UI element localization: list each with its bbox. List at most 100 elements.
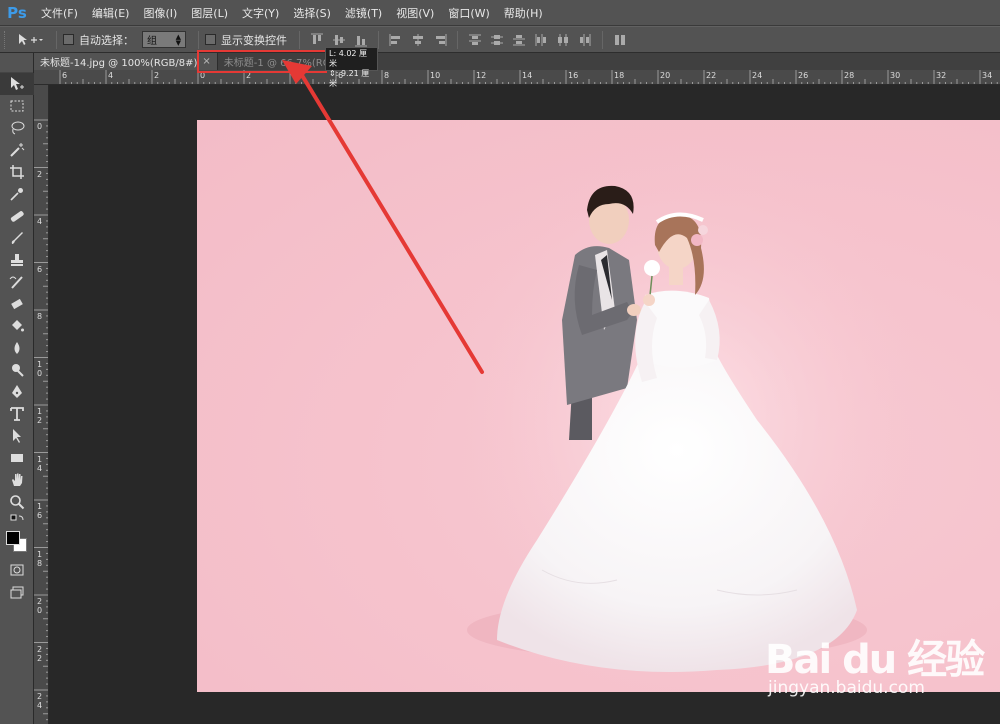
menu-filter[interactable]: 滤镜(T) — [338, 5, 389, 21]
auto-select-label: 自动选择： — [79, 33, 134, 47]
ruler-label: 22 — [37, 644, 43, 663]
tooltip-height-value: ⇕: 9.21 厘米 — [329, 69, 370, 88]
clone-stamp-icon[interactable] — [0, 249, 34, 271]
ruler-label: 4 — [37, 217, 43, 226]
tab-label: 未标题-14.jpg @ 100%(RGB/8#) — [40, 58, 198, 69]
healing-brush-icon[interactable] — [0, 205, 34, 227]
color-swatches[interactable] — [0, 529, 33, 559]
auto-select-checkbox[interactable] — [63, 34, 74, 45]
move-tool-icon[interactable] — [0, 73, 34, 95]
align-left-icon[interactable] — [389, 33, 403, 47]
wedding-photo — [197, 120, 1000, 692]
ruler-label: 12 — [37, 407, 43, 425]
zoom-tool-icon[interactable] — [0, 491, 34, 513]
tab-document-14[interactable]: 未标题-14.jpg @ 100%(RGB/8#) × — [34, 53, 218, 70]
path-selection-icon[interactable] — [0, 425, 34, 447]
distribute-bottom-icon[interactable] — [512, 33, 526, 47]
separator — [457, 30, 458, 49]
ruler-label: 28 — [844, 71, 855, 80]
ruler-label: 16 — [37, 502, 43, 520]
ruler-label: 30 — [890, 71, 901, 80]
align-vcenter-icon[interactable] — [332, 33, 346, 47]
photoshop-logo: Ps — [7, 3, 27, 22]
separator — [299, 30, 300, 49]
blur-tool-icon[interactable] — [0, 337, 34, 359]
show-transform-checkbox[interactable] — [205, 34, 216, 45]
foreground-color-swatch[interactable] — [6, 531, 20, 545]
quick-mask-icon[interactable] — [0, 559, 34, 581]
ruler-label: 8 — [384, 71, 390, 80]
menu-type[interactable]: 文字(Y) — [235, 5, 286, 21]
magic-wand-icon[interactable] — [0, 139, 34, 161]
move-tool-icon — [19, 33, 43, 45]
align-top-icon[interactable] — [310, 33, 324, 47]
hand-tool-icon[interactable] — [0, 469, 34, 491]
tool-panel — [0, 53, 34, 724]
menu-window[interactable]: 窗口(W) — [441, 5, 496, 21]
ruler-ticks — [59, 70, 998, 84]
distribute-hcenter-icon[interactable] — [556, 33, 570, 47]
ruler-label: 32 — [936, 71, 947, 80]
ruler-label: 2 — [154, 71, 160, 80]
ruler-label: 12 — [476, 71, 487, 80]
auto-align-icon[interactable] — [613, 33, 627, 47]
distribute-vcenter-icon[interactable] — [490, 33, 504, 47]
ruler-label: 18 — [614, 71, 625, 80]
ruler-label: 22 — [706, 71, 717, 80]
rectangle-tool-icon[interactable] — [0, 447, 34, 469]
separator — [378, 30, 379, 49]
align-hcenter-icon[interactable] — [411, 33, 425, 47]
swap-colors-icon[interactable] — [0, 513, 34, 529]
ruler-label: 24 — [752, 71, 763, 80]
menu-select[interactable]: 选择(S) — [286, 5, 338, 21]
horizontal-ruler[interactable]: 6 4 2 0 2 4 6 8 10 12 14 16 18 20 22 24 26 28 30 32 34 — [34, 70, 1000, 85]
align-bottom-icon[interactable] — [354, 33, 368, 47]
dodge-tool-icon[interactable] — [0, 359, 34, 381]
align-right-icon[interactable] — [433, 33, 447, 47]
history-brush-icon[interactable] — [0, 271, 34, 293]
type-tool-icon[interactable] — [0, 403, 34, 425]
crop-tool-icon[interactable] — [0, 161, 34, 183]
ruler-label: 8 — [37, 312, 43, 321]
marquee-tool-icon[interactable] — [0, 95, 34, 117]
ruler-label: 10 — [430, 71, 441, 80]
menu-layer[interactable]: 图层(L) — [184, 5, 235, 21]
auto-select-value: 组 — [147, 36, 157, 47]
menu-help[interactable]: 帮助(H) — [497, 5, 550, 21]
ruler-label: 10 — [37, 359, 43, 378]
dropdown-arrows-icon: ▲ ▼ — [175, 32, 181, 47]
annotation-highlight-box — [197, 50, 327, 73]
distribute-top-icon[interactable] — [468, 33, 482, 47]
menu-file[interactable]: 文件(F) — [34, 5, 85, 21]
screen-mode-icon[interactable] — [0, 581, 34, 603]
eyedropper-icon[interactable] — [0, 183, 34, 205]
ruler-label: 26 — [798, 71, 809, 80]
ruler-label: 34 — [982, 71, 993, 80]
lasso-tool-icon[interactable] — [0, 117, 34, 139]
distribute-right-icon[interactable] — [578, 33, 592, 47]
pen-tool-icon[interactable] — [0, 381, 34, 403]
ruler-label: 14 — [522, 71, 533, 80]
vertical-ruler[interactable]: 0 2 4 6 8 10 12 14 16 18 20 22 24 — [34, 85, 49, 724]
separator — [56, 30, 57, 49]
auto-select-dropdown[interactable]: 组 ▲ ▼ — [142, 31, 186, 48]
tool-panel-grip — [0, 53, 33, 73]
tooltip-width-value: L: 4.02 厘米 — [329, 49, 368, 68]
menu-bar: Ps 文件(F) 编辑(E) 图像(I) 图层(L) 文字(Y) 选择(S) 滤… — [0, 0, 1000, 26]
menu-view[interactable]: 视图(V) — [389, 5, 441, 21]
distribute-left-icon[interactable] — [534, 33, 548, 47]
ruler-label: 20 — [660, 71, 671, 80]
menu-edit[interactable]: 编辑(E) — [85, 5, 137, 21]
watermark-url: jingyan.baidu.com — [768, 678, 925, 698]
watermark-brand: Bai du 经验 — [765, 637, 985, 683]
menu-image[interactable]: 图像(I) — [136, 5, 184, 21]
ruler-label: 6 — [37, 264, 43, 274]
measurement-tooltip: L: 4.02 厘米 ⇕: 9.21 厘米 — [325, 47, 378, 88]
ruler-label: 18 — [37, 549, 43, 568]
document-tabs: 未标题-14.jpg @ 100%(RGB/8#) × 未标题-1 @ 66.7… — [34, 53, 1000, 70]
ruler-label: 14 — [37, 454, 43, 473]
brush-tool-icon[interactable] — [0, 227, 34, 249]
eraser-icon[interactable] — [0, 293, 34, 315]
paint-bucket-icon[interactable] — [0, 315, 34, 337]
tool-preset-picker[interactable] — [10, 33, 50, 47]
